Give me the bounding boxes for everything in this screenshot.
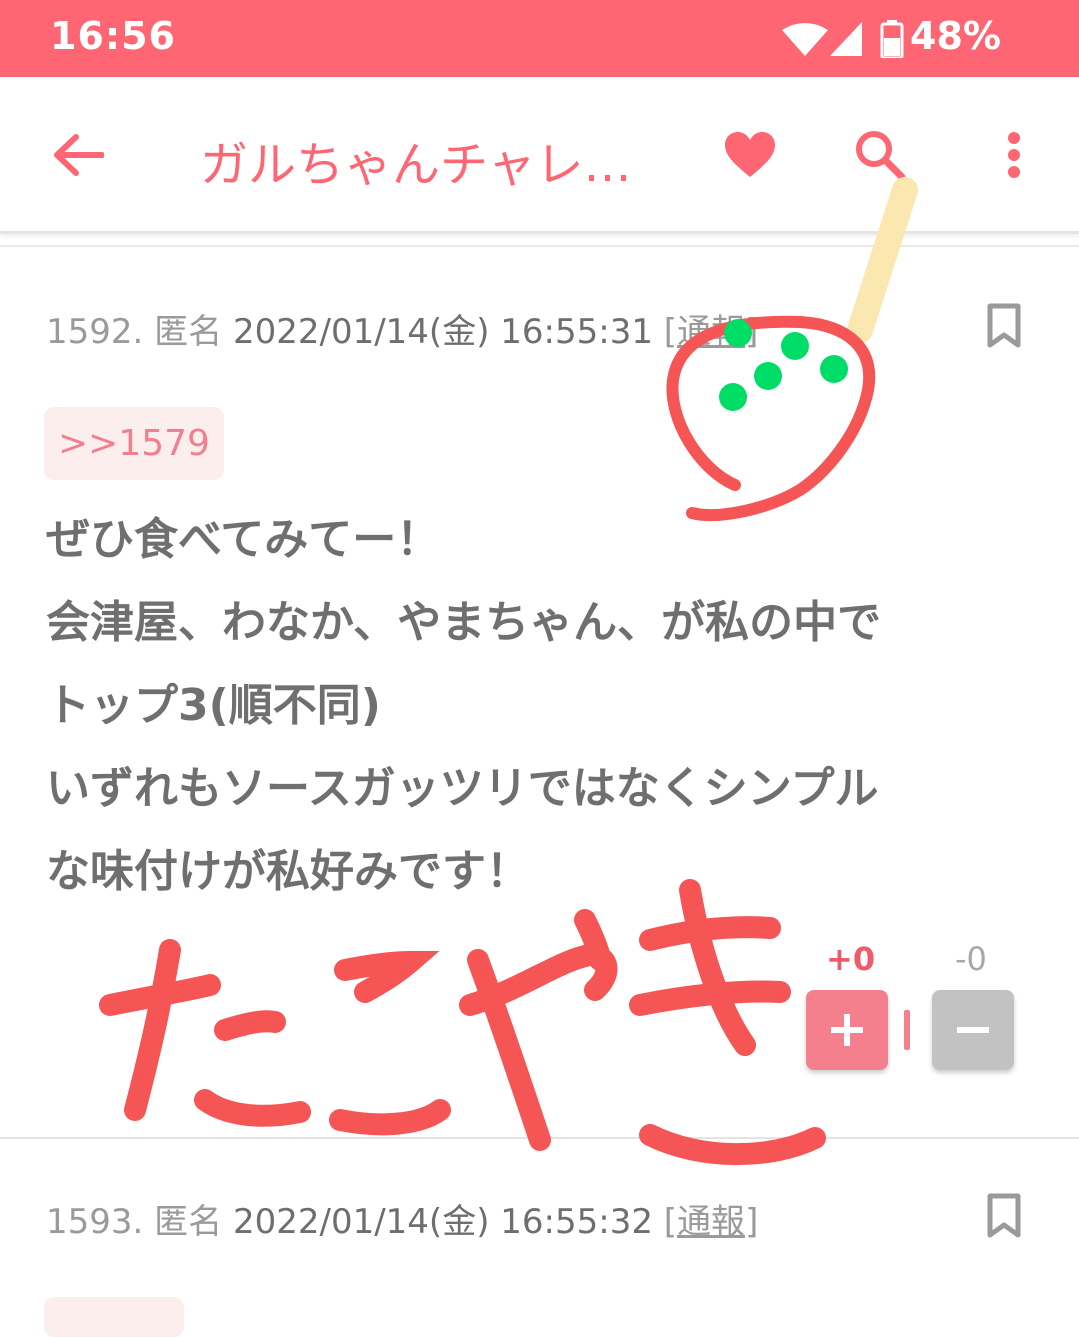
back-arrow-icon[interactable] (48, 127, 108, 183)
handwritten-ki (629, 879, 826, 1166)
comment-line: トップ3(順不同) (46, 680, 381, 731)
aonori-dot (820, 355, 848, 383)
aonori-dot (754, 362, 782, 390)
aonori-dot (719, 383, 747, 411)
post-divider (0, 1137, 1079, 1139)
post-meta: 1592. 匿名 2022/01/14(金) 16:55:31 [通報] (46, 304, 758, 353)
battery-icon (880, 20, 904, 58)
aonori-dot (781, 332, 809, 360)
post-datetime: 2022/01/14(金) 16:55:32 (232, 1202, 653, 1242)
minus-vote-button[interactable] (932, 990, 1014, 1070)
comment-body: ぜひ食べてみてー！ 会津屋、わなか、やまちゃん、が私の中で トップ3(順不同) … (46, 498, 1036, 913)
plus-icon (831, 1014, 863, 1046)
plus-vote-button[interactable] (806, 990, 888, 1070)
comment-line: いずれもソースガッツリではなくシンプル (46, 763, 879, 814)
comment-line: 会津屋、わなか、やまちゃん、が私の中で (46, 597, 882, 648)
bookmark-icon[interactable] (984, 1192, 1024, 1240)
status-time: 16:56 (50, 14, 176, 58)
post-datetime: 2022/01/14(金) 16:55:31 (232, 312, 653, 352)
toolbar-divider (0, 245, 1079, 247)
vote-ratio-bar (904, 1010, 910, 1050)
wifi-icon (782, 22, 828, 56)
bookmark-icon[interactable] (984, 302, 1024, 350)
favorite-heart-icon[interactable] (720, 127, 780, 183)
search-icon[interactable] (852, 127, 908, 183)
report-link[interactable]: 通報 (677, 312, 745, 352)
post-number: 1592. (46, 312, 144, 352)
status-bar: 16:56 48% (0, 0, 1079, 77)
post-author: 匿名 (154, 312, 223, 352)
post-meta: 1593. 匿名 2022/01/14(金) 16:55:32 [通報] (46, 1194, 758, 1243)
comment-line: ぜひ食べてみてー！ (46, 514, 441, 565)
post-number: 1593. (46, 1202, 144, 1242)
handwritten-ko (329, 950, 451, 1136)
handwritten-ta (99, 939, 311, 1127)
topic-title[interactable]: ガルちゃんチャレ… (200, 125, 680, 195)
post-author: 匿名 (154, 1202, 223, 1242)
report-link[interactable]: 通報 (677, 1202, 745, 1242)
plus-count: +0 (826, 940, 876, 978)
report-bracket-open: [ (663, 1202, 678, 1242)
report-bracket-open: [ (663, 312, 678, 352)
app-toolbar: ガルちゃんチャレ… (0, 77, 1079, 234)
reply-anchor-chip[interactable]: >>1579 (44, 407, 224, 480)
signal-icon (830, 22, 862, 56)
minus-count: -0 (955, 940, 987, 978)
report-bracket-close: ] (745, 1202, 759, 1242)
comment-line: な味付けが私好みです！ (46, 846, 530, 897)
report-bracket-close: ] (745, 312, 759, 352)
reply-anchor-chip[interactable] (44, 1297, 184, 1337)
minus-icon (957, 1027, 989, 1033)
more-menu-icon[interactable] (996, 127, 1032, 183)
handwritten-ya (459, 909, 618, 1151)
battery-percent: 48% (910, 14, 1001, 58)
